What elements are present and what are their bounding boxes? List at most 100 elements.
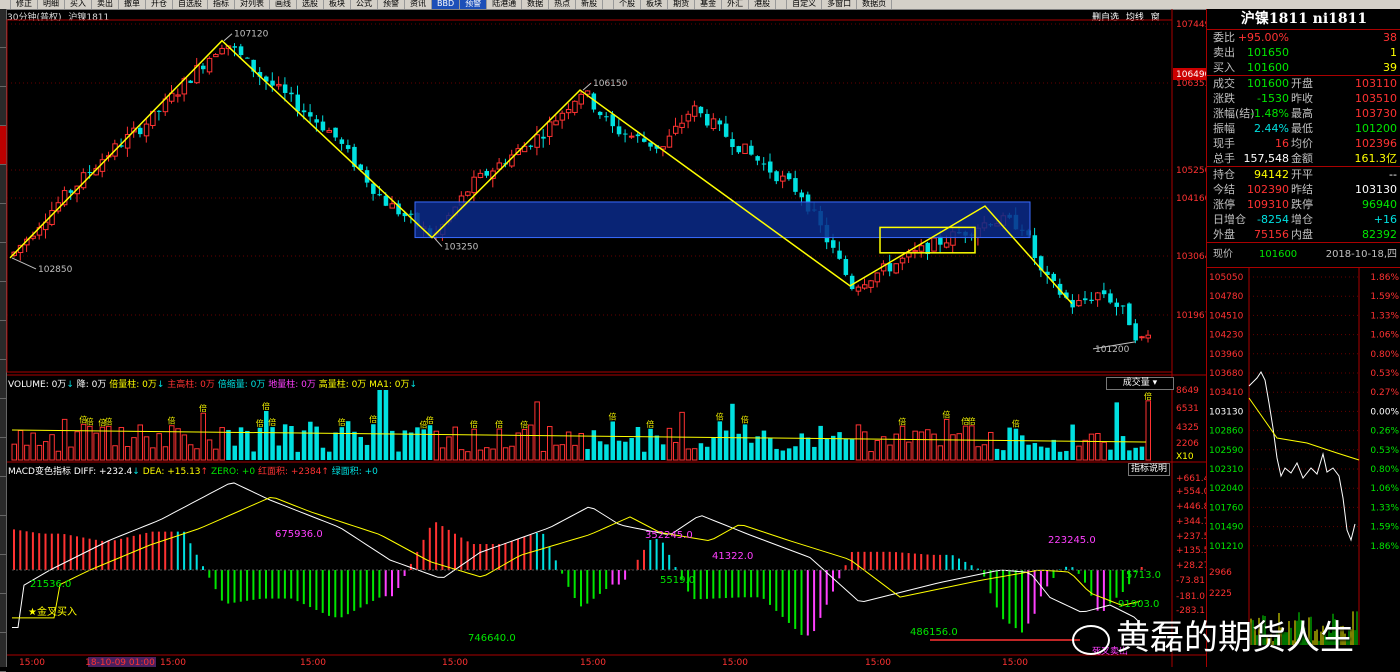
header-field: MACD变色指标 — [8, 467, 71, 477]
volume-bar — [245, 430, 250, 460]
candle-body — [1127, 303, 1132, 326]
candle-body — [206, 57, 213, 73]
volume-bar — [345, 421, 351, 460]
volume-marker: 倍 — [942, 409, 950, 419]
volume-bar — [812, 446, 817, 460]
price-axis-label: 106353 — [1176, 79, 1206, 89]
volume-bar — [1076, 445, 1082, 461]
volume-bar — [1013, 428, 1019, 460]
volume-bar — [862, 431, 868, 461]
volume-bar — [1026, 444, 1031, 460]
candle-body — [383, 195, 389, 206]
quote-row: 涨跌 -1530 昨收 103510 — [1207, 91, 1400, 106]
volume-axis-label: 6531 — [1176, 404, 1199, 414]
volume-bar — [477, 449, 484, 461]
quote-label: 内盘 — [1291, 228, 1313, 241]
candle-body — [270, 80, 275, 86]
volume-bar — [206, 439, 213, 461]
header-field: 地量柱: 0万 — [265, 380, 316, 390]
quote-panel: 沪镍1811 ni1811 委比 +95.00% 38 卖出 101650 1 买入 1016… — [1206, 9, 1400, 667]
volume-marker: 倍 — [86, 416, 94, 426]
price-axis-label: 105250 — [1176, 166, 1206, 176]
candle-body — [465, 191, 471, 196]
volume-bar — [642, 451, 647, 460]
volume-bar — [547, 426, 553, 461]
intraday-pct-label: 0.53% — [1370, 446, 1399, 456]
volume-bar — [887, 444, 893, 461]
kline-chart-area[interactable]: 107449 106353 105250 104160 103064 101967 1064… — [0, 0, 1206, 667]
volume-marker: 倍 — [609, 411, 617, 421]
weibo-watermark: 黄磊的期货人生 — [1072, 610, 1354, 659]
volume-bar — [1139, 446, 1145, 460]
quote-label: 委比 — [1213, 31, 1235, 44]
indicator-help-button[interactable]: 指标说明 — [1128, 463, 1170, 476]
macd-value-label: 5519.0 — [660, 575, 695, 586]
candle-body — [565, 108, 572, 114]
header-field: ↓ — [409, 380, 417, 390]
candle-body — [553, 120, 559, 126]
quote-row: 委比 +95.00% 38 — [1207, 30, 1400, 45]
candle-body — [705, 113, 710, 126]
volume-bar — [786, 448, 792, 460]
volume-bar — [899, 425, 906, 461]
volume-bar — [673, 441, 679, 461]
volume-select[interactable]: 成交量 ▾ — [1106, 377, 1174, 390]
macd-axis-label: +28.27 — [1176, 561, 1206, 571]
header-field: 红面积: +2384 — [255, 467, 322, 477]
candle-body — [339, 139, 345, 144]
quote-value: 16 — [1275, 137, 1289, 150]
intraday-price-label: 101490 — [1209, 523, 1244, 533]
volume-bar — [377, 390, 382, 460]
volume-bar — [1020, 435, 1025, 460]
volume-bar — [515, 432, 521, 461]
volume-bar — [918, 431, 925, 461]
quote-row: 今结 102390 昨结 103130 — [1207, 182, 1400, 197]
quote-label: 最高 — [1291, 107, 1313, 120]
candle-body — [1095, 292, 1101, 301]
intraday-pct-label: 1.06% — [1370, 331, 1399, 341]
time-axis-label: 15:00 — [300, 658, 326, 667]
volume-bar — [80, 423, 87, 461]
volume-bar — [446, 436, 452, 461]
volume-bar — [187, 444, 194, 461]
candle-body — [855, 286, 862, 292]
candle-body — [691, 105, 698, 117]
quote-label: 今结 — [1213, 183, 1235, 196]
volume-bar — [490, 448, 496, 461]
volume-bar — [452, 426, 458, 461]
macd-axis-label: +661.4 — [1176, 474, 1206, 484]
volume-bar — [194, 448, 200, 461]
macd-axis-label: -73.81 — [1176, 576, 1205, 586]
volume-marker: 倍 — [168, 416, 176, 426]
current-price-tag: 106490 — [1176, 70, 1206, 80]
volume-bar — [691, 448, 698, 461]
candle-body — [232, 46, 237, 48]
volume-axis-label: 4325 — [1176, 423, 1199, 433]
volume-axis-label: X10 — [1176, 452, 1194, 462]
quote-label: 开盘 — [1291, 77, 1313, 90]
volume-bar — [925, 429, 931, 461]
volume-bar — [874, 439, 881, 461]
intraday-price-label: 102040 — [1209, 484, 1244, 494]
candle-body — [559, 112, 566, 121]
weibo-icon — [1072, 624, 1110, 655]
candle-body — [893, 263, 899, 274]
candle-body — [918, 245, 925, 252]
volume-marker: 倍 — [495, 419, 503, 429]
quote-value: 109310 — [1247, 198, 1289, 211]
candle-body — [201, 65, 206, 70]
volume-bar — [484, 447, 490, 461]
candle-body — [471, 176, 477, 194]
header-field: 主高柱: 0万 — [164, 380, 215, 390]
candle-body — [578, 93, 584, 105]
volume-bar — [679, 411, 685, 461]
quote-value: 103130 — [1355, 183, 1397, 196]
volume-marker: 倍 — [470, 419, 478, 429]
volume-bar — [61, 418, 68, 461]
intraday-chart[interactable]: 105050 1.86% 104780 1.59% 104510 1.33% 104230 1… — [1207, 268, 1400, 645]
candle-body — [377, 194, 382, 196]
volume-bar — [1088, 433, 1095, 461]
current-price-row: 现价 101600 2018-10-18,四 — [1207, 243, 1400, 267]
volume-bar — [156, 433, 162, 461]
volume-bar — [49, 434, 55, 461]
